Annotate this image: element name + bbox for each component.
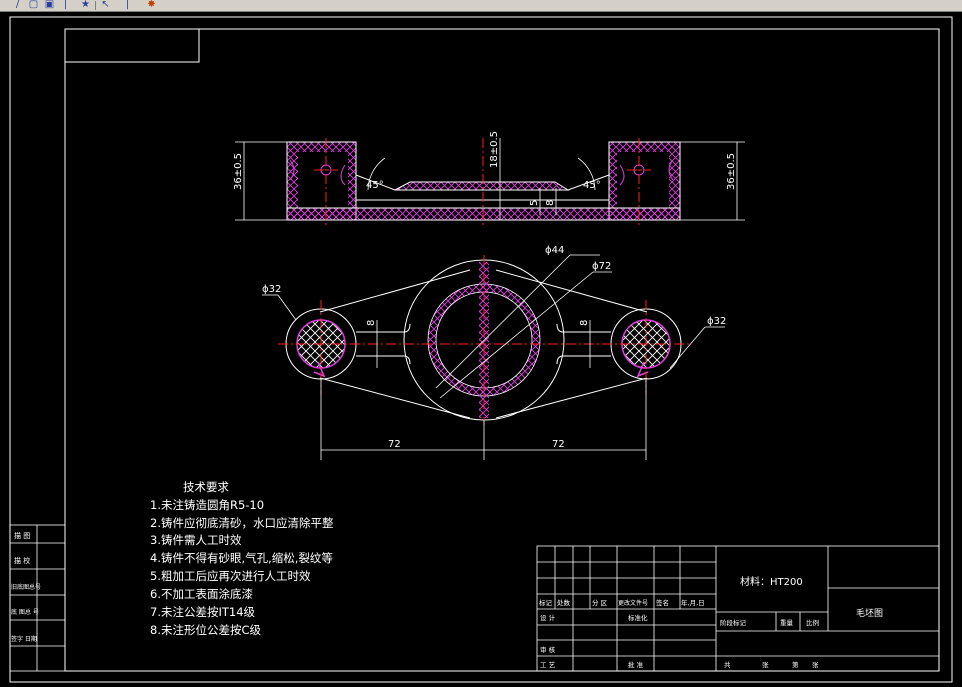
dim-angle-right: 45° xyxy=(583,180,601,191)
tech-item: 5.粗加工后应再次进行人工时效 xyxy=(150,569,311,583)
tb-approve: 批 准 xyxy=(628,660,644,669)
render-icon[interactable]: ✸ xyxy=(146,0,157,10)
star-icon[interactable]: ★ xyxy=(80,0,91,10)
tb-header-count: 处数 xyxy=(557,598,571,607)
cad-toolbar: / ▢ ▣ | ★ ↖ | ✸ xyxy=(0,0,962,12)
tb-page-sheet: 张 xyxy=(812,660,819,669)
strip-label-sign-date: 签字 日期 xyxy=(11,635,37,643)
section-view: 36±0.5 36±0.5 18±0.5 45° 45° 5 8 xyxy=(233,131,745,226)
dim-thickness-8: 8 xyxy=(545,200,556,206)
tb-stage-mark: 阶段标记 xyxy=(720,618,747,627)
new-file-icon[interactable]: ▢ xyxy=(28,0,39,10)
dim-phi32-right: ϕ32 xyxy=(707,316,726,327)
tb-sheet-word: 张 xyxy=(762,660,769,669)
tb-page: 第 xyxy=(792,660,799,669)
tb-weight: 重量 xyxy=(780,619,794,627)
tb-header-mark: 标记 xyxy=(539,598,553,607)
pipe-icon[interactable]: | xyxy=(60,0,71,10)
tb-standardize: 标准化 xyxy=(628,613,648,622)
tb-part-name: 毛坯图 xyxy=(856,607,883,619)
tb-header-sign: 签名 xyxy=(656,598,669,607)
dim-len-right: 72 xyxy=(552,439,565,450)
tb-header-date: 年,月,日 xyxy=(681,598,705,607)
tech-item: 4.铸件不得有砂眼,气孔,缩松,裂纹等 xyxy=(150,551,333,565)
dim-thickness-5: 5 xyxy=(529,200,540,206)
dim-center-height: 18±0.5 xyxy=(489,131,500,168)
tb-process: 工 艺 xyxy=(540,661,556,669)
tb-header-zone: 分 区 xyxy=(592,598,608,607)
tech-item: 8.未注形位公差按C级 xyxy=(150,623,262,637)
tech-item: 3.铸件需人工时效 xyxy=(150,533,242,547)
pipe-icon[interactable]: | xyxy=(122,0,133,10)
dim-left-height: 36±0.5 xyxy=(233,153,244,190)
strip-label-old-number: 旧底图总号 xyxy=(11,583,41,591)
dim-phi72: ϕ72 xyxy=(592,261,611,272)
tb-scale: 比例 xyxy=(806,618,819,627)
pencil-icon[interactable]: / xyxy=(12,0,23,10)
tech-item: 6.不加工表面涂底漆 xyxy=(150,587,253,601)
arrow-icon[interactable]: ↖ xyxy=(100,0,111,10)
tb-material: 材料：HT200 xyxy=(740,575,803,588)
drawing-canvas[interactable]: 36±0.5 36±0.5 18±0.5 45° 45° 5 8 ϕ44 ϕ72… xyxy=(0,12,962,687)
dim-len-left: 72 xyxy=(388,439,401,450)
tb-review: 审 核 xyxy=(540,645,556,654)
tb-sheets-total: 共 xyxy=(724,660,731,669)
tech-item: 2.铸件应彻底清砂，水口应清除平整 xyxy=(150,516,334,530)
dim-rib-right: 8 xyxy=(579,320,590,326)
strip-label-trace-check: 描 校 xyxy=(14,556,30,565)
dim-angle-left: 45° xyxy=(366,180,384,191)
tech-item: 1.未注铸造圆角R5-10 xyxy=(150,498,265,512)
strip-label-trace: 描 图 xyxy=(14,531,30,540)
left-strip xyxy=(9,524,66,672)
dim-phi44: ϕ44 xyxy=(545,245,564,256)
dim-phi32-left: ϕ32 xyxy=(262,284,281,295)
toolbar-separator xyxy=(95,1,96,10)
plan-view: ϕ44 ϕ72 ϕ32 ϕ32 8 8 72 72 xyxy=(262,245,726,460)
tech-requirements-title: 技术要求 xyxy=(183,480,229,494)
strip-label-base-number: 底 图总 号 xyxy=(11,608,39,616)
dim-rib-left: 8 xyxy=(366,320,377,326)
tech-item: 7.未注公差按IT14级 xyxy=(150,605,256,619)
tb-header-change-doc: 更改文件号 xyxy=(618,599,648,607)
save-icon[interactable]: ▣ xyxy=(44,0,55,10)
dim-right-height: 36±0.5 xyxy=(726,153,737,190)
tb-design: 设 计 xyxy=(540,613,556,622)
